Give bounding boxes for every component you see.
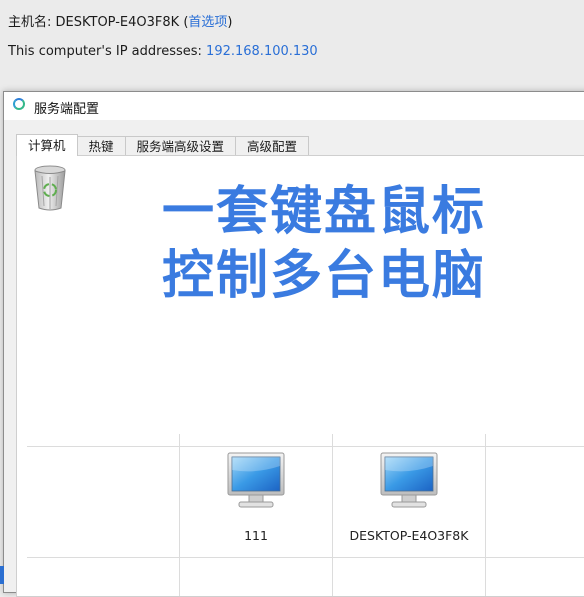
grid-line-v3 xyxy=(485,434,486,596)
info-header: 主机名: DESKTOP-E4O3F8K (首选项) This computer… xyxy=(0,0,584,92)
hostname-label: 主机名: xyxy=(8,15,56,30)
screen-name-label: DESKTOP-E4O3F8K xyxy=(349,528,469,543)
server-config-window: 服务端配置 计算机 热键 服务端高级设置 高级配置 一套键盘鼠标 控制多台电脑 xyxy=(3,91,584,597)
ip-label: This computer's IP addresses: xyxy=(8,44,207,59)
ip-address-value: 192.168.100.130 xyxy=(206,44,318,59)
ip-address-line: This computer's IP addresses: 192.168.10… xyxy=(8,44,318,59)
grid-line-h1 xyxy=(27,446,584,447)
screen-cell-111[interactable]: 111 xyxy=(180,452,332,543)
recycle-bin-icon[interactable] xyxy=(33,164,67,212)
grid-line-h2 xyxy=(27,557,584,558)
preferences-link[interactable]: 首选项 xyxy=(188,15,227,30)
window-title: 服务端配置 xyxy=(34,102,100,117)
banner-line-1: 一套键盘鼠标 xyxy=(161,182,486,242)
hostname-line: 主机名: DESKTOP-E4O3F8K (首选项) xyxy=(8,11,233,30)
tab-server-advanced[interactable]: 服务端高级设置 xyxy=(124,136,237,156)
tab-computers[interactable]: 计算机 xyxy=(16,134,78,156)
app-logo-icon xyxy=(13,98,25,110)
screen-cell-desktop[interactable]: DESKTOP-E4O3F8K xyxy=(333,452,485,543)
paren-close: ) xyxy=(227,15,233,30)
hostname-value: DESKTOP-E4O3F8K xyxy=(55,15,180,30)
monitor-icon xyxy=(380,452,438,508)
tab-advanced-config[interactable]: 高级配置 xyxy=(235,136,310,156)
banner-line-2: 控制多台电脑 xyxy=(161,246,486,306)
promo-banner-text: 一套键盘鼠标 控制多台电脑 xyxy=(109,180,539,308)
tab-hotkeys[interactable]: 热键 xyxy=(76,136,126,156)
screen-name-label: 111 xyxy=(244,528,268,543)
screen-layout-panel: 一套键盘鼠标 控制多台电脑 111 DESKTOP-E4O3F8K xyxy=(16,155,584,597)
window-titlebar[interactable]: 服务端配置 xyxy=(4,92,584,120)
tab-bar: 计算机 热键 服务端高级设置 高级配置 xyxy=(16,134,310,156)
taskbar-edge xyxy=(0,566,4,584)
monitor-icon xyxy=(227,452,285,508)
